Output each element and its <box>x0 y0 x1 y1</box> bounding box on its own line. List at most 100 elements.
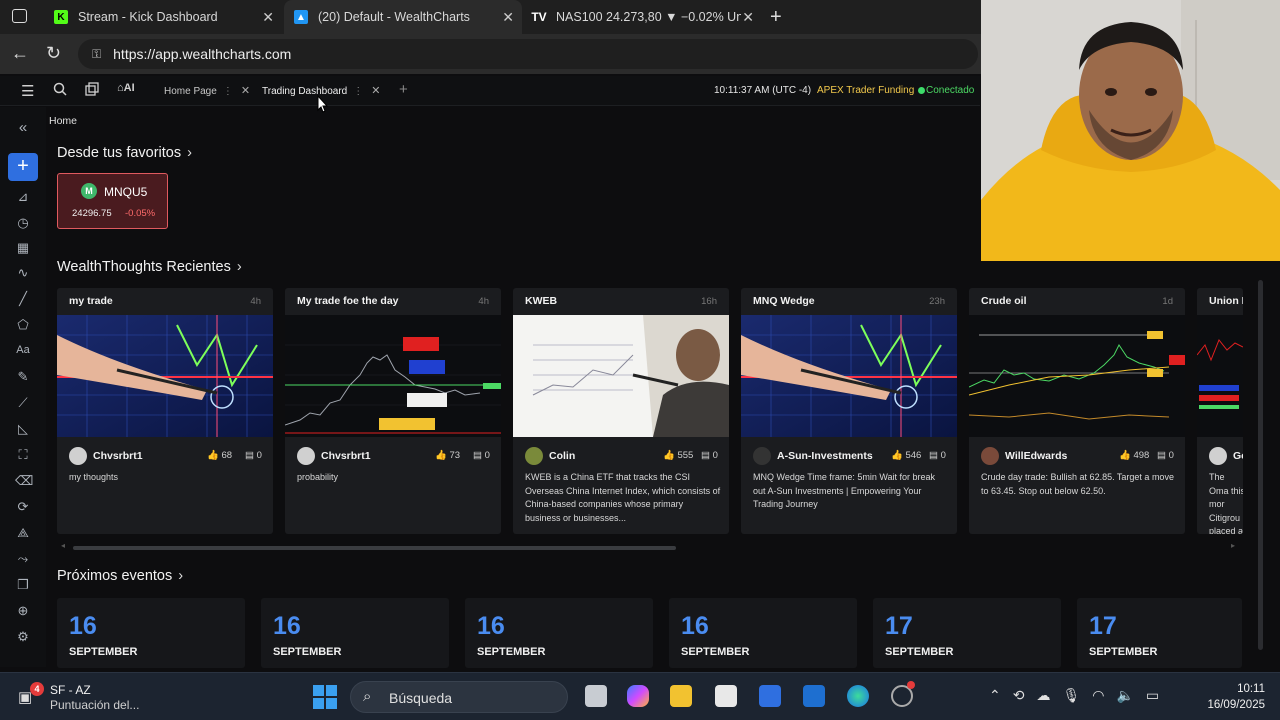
wealthcharts-app-icon[interactable] <box>759 685 781 707</box>
eraser-icon[interactable]: ⌫ <box>15 473 33 489</box>
volume-icon[interactable]: 🔈 <box>1116 687 1145 703</box>
copy-icon[interactable]: ❐ <box>15 577 31 593</box>
ruler-icon[interactable]: ⟋ <box>15 395 31 411</box>
target-icon[interactable]: ⊕ <box>15 603 31 619</box>
close-tab-icon[interactable]: ✕ <box>502 9 514 26</box>
shape-tool-icon[interactable]: ⬠ <box>15 317 31 333</box>
site-info-icon[interactable]: ⚿ <box>92 47 101 62</box>
pencil-icon[interactable]: ✎ <box>15 369 31 385</box>
comments-count[interactable]: ▤ 0 <box>1157 450 1174 461</box>
thought-card[interactable]: Crude oil 1d WillEdwards 👍 498 ▤ 0 Crude… <box>969 288 1185 534</box>
window-menu-icon[interactable] <box>12 9 27 23</box>
section-title: Desde tus favoritos <box>57 145 182 161</box>
hamburger-menu-icon[interactable]: ☰ <box>21 82 34 100</box>
event-card[interactable]: 16 SEPTEMBER <box>261 598 449 668</box>
clock-icon[interactable]: ◷ <box>15 215 31 231</box>
likes-count[interactable]: 👍 546 <box>891 450 921 461</box>
add-tab-button[interactable]: + <box>399 81 408 98</box>
microphone-icon[interactable]: 🎙 <box>1062 687 1092 703</box>
sync-icon[interactable]: ⟲ <box>1013 687 1037 703</box>
card-author[interactable]: Chvsrbrt1 <box>321 450 371 462</box>
card-author[interactable]: A-Sun-Investments <box>777 450 873 462</box>
sync-icon[interactable]: ⟳ <box>15 499 31 515</box>
new-tab-button[interactable]: + <box>770 6 782 29</box>
strategy-icon[interactable]: ⤳ <box>15 551 31 567</box>
indicator-icon[interactable]: ⟁ <box>15 525 31 541</box>
onedrive-icon[interactable]: ☁ <box>1036 687 1062 703</box>
favorite-symbol-card[interactable]: M MNQU5 24296.75 -0.05% <box>57 173 168 229</box>
copilot-icon[interactable] <box>627 685 649 707</box>
edge-browser-icon[interactable] <box>847 685 869 707</box>
card-author[interactable]: Ge <box>1233 450 1243 462</box>
event-card[interactable]: 16 SEPTEMBER <box>669 598 857 668</box>
tab-home-page[interactable]: Home Page ⋮ ✕ <box>164 84 250 97</box>
event-card[interactable]: 17 SEPTEMBER <box>1077 598 1242 668</box>
thought-card[interactable]: my trade 4h Chvsrbrt1 👍 68 ▤ 0 my though… <box>57 288 273 534</box>
card-author[interactable]: WillEdwards <box>1005 450 1067 462</box>
close-tab-icon[interactable]: ✕ <box>262 9 274 26</box>
url-field[interactable]: ⚿ https://app.wealthcharts.com <box>78 39 978 69</box>
windows-start-icon[interactable] <box>313 685 337 709</box>
breadcrumb-home[interactable]: Home <box>49 115 77 127</box>
status-dot-icon <box>918 86 926 94</box>
close-tab-icon[interactable]: ✕ <box>742 9 754 26</box>
browser-tab-nas100[interactable]: TV NAS100 24.273,80 ▼ −0.02% Unna ✕ <box>522 0 762 34</box>
likes-count[interactable]: 👍 73 <box>435 450 460 461</box>
back-arrow-icon[interactable]: ← <box>11 43 29 64</box>
task-view-icon[interactable] <box>585 685 607 707</box>
line-tool-icon[interactable]: ╱ <box>15 291 31 307</box>
ai-assistant-icon[interactable]: ⌂AI <box>117 82 135 94</box>
comments-count[interactable]: ▤ 0 <box>473 450 490 461</box>
tab-options-icon[interactable]: ⋮ <box>353 86 363 97</box>
comments-count[interactable]: ▤ 0 <box>245 450 262 461</box>
chart-icon[interactable]: ⊿ <box>15 189 31 205</box>
card-author[interactable]: Chvsrbrt1 <box>93 450 143 462</box>
trend-line-icon[interactable]: ∿ <box>15 265 31 281</box>
battery-icon[interactable]: ▭ <box>1146 687 1171 703</box>
account-status[interactable]: APEX Trader Funding <box>817 85 926 96</box>
thought-card[interactable]: KWEB 16h Colin 👍 555 ▤ 0 KWEB is a China… <box>513 288 729 534</box>
file-explorer-icon[interactable] <box>670 685 692 707</box>
scroll-left-icon[interactable]: ◂ <box>61 541 65 550</box>
wifi-icon[interactable]: ◠ <box>1092 687 1116 703</box>
favorites-heading[interactable]: Desde tus favoritos › <box>57 145 192 161</box>
scrollbar-thumb[interactable] <box>73 546 676 550</box>
frame-icon[interactable]: ⛶ <box>15 447 31 463</box>
measure-icon[interactable]: ◺ <box>15 421 31 437</box>
thought-card[interactable]: Union P Ge The Oma this mor Citigrou pla… <box>1197 288 1243 534</box>
browser-tab-wealthcharts[interactable]: ▲ (20) Default - WealthCharts ✕ <box>284 0 522 34</box>
thought-card[interactable]: MNQ Wedge 23h A-Sun-Investments 👍 546 ▤ … <box>741 288 957 534</box>
browser-tab-kick[interactable]: K Stream - Kick Dashboard ✕ <box>44 0 282 34</box>
settings-gear-icon[interactable]: ⚙ <box>15 629 31 645</box>
scroll-right-icon[interactable]: ▸ <box>1231 541 1235 550</box>
vertical-scrollbar-thumb[interactable] <box>1258 280 1263 650</box>
events-heading[interactable]: Próximos eventos › <box>57 568 183 584</box>
outlook-icon[interactable] <box>803 685 825 707</box>
likes-count[interactable]: 👍 555 <box>663 450 693 461</box>
event-card[interactable]: 16 SEPTEMBER <box>465 598 653 668</box>
layouts-icon[interactable] <box>85 82 99 100</box>
likes-count[interactable]: 👍 68 <box>207 450 232 461</box>
microsoft-store-icon[interactable] <box>715 685 737 707</box>
likes-count[interactable]: 👍 498 <box>1119 450 1149 461</box>
event-card[interactable]: 16 SEPTEMBER <box>57 598 245 668</box>
wealththoughts-heading[interactable]: WealthThoughts Recientes › <box>57 259 242 275</box>
chevron-up-icon[interactable]: ⌃ <box>989 687 1013 703</box>
event-card[interactable]: 17 SEPTEMBER <box>873 598 1061 668</box>
add-widget-button[interactable]: + <box>8 153 38 181</box>
card-author[interactable]: Colin <box>549 450 575 462</box>
taskbar-clock[interactable]: 10:11 16/09/2025 <box>1195 681 1265 713</box>
comments-count[interactable]: ▤ 0 <box>701 450 718 461</box>
close-tab-icon[interactable]: ✕ <box>241 85 250 97</box>
thought-card[interactable]: My trade foe the day 4h Chvsrbrt1 👍 73 ▤… <box>285 288 501 534</box>
search-icon[interactable] <box>53 82 67 100</box>
collapse-sidebar-icon[interactable]: « <box>15 119 31 136</box>
taskbar-search[interactable]: ⌕ Búsqueda <box>350 681 568 713</box>
card-thumbnail <box>1197 315 1243 437</box>
reload-icon[interactable]: ↻ <box>46 43 61 64</box>
tab-options-icon[interactable]: ⋮ <box>223 86 233 97</box>
close-tab-icon[interactable]: ✕ <box>371 85 380 97</box>
text-tool-icon[interactable]: Aa <box>15 344 31 356</box>
comments-count[interactable]: ▤ 0 <box>929 450 946 461</box>
calendar-icon[interactable]: ▦ <box>15 240 31 256</box>
